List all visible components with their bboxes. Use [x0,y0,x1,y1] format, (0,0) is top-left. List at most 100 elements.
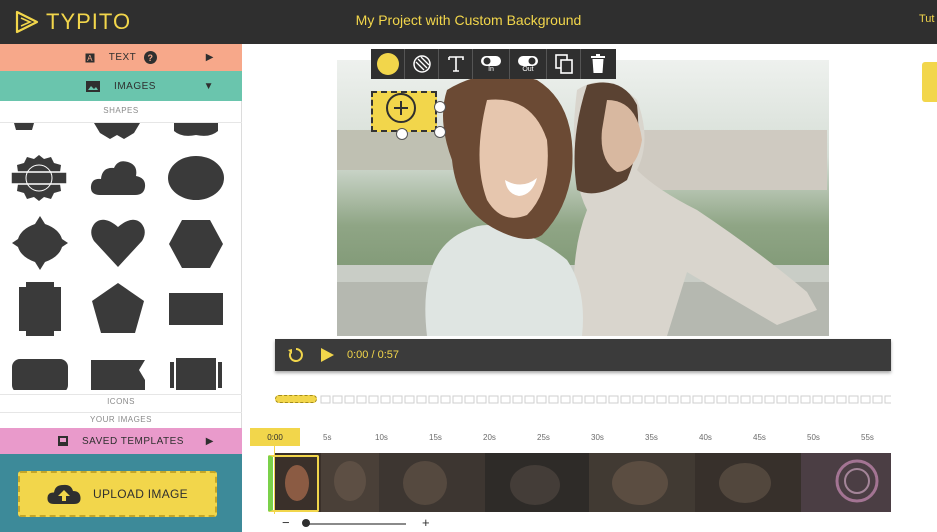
saved-templates-label: SAVED TEMPLATES [82,435,184,447]
scrubber-segment [476,395,487,404]
tick-label: 40s [699,433,712,442]
text-tab[interactable]: A TEXT ? ▶ [0,44,242,71]
svg-text:A: A [87,54,93,63]
shape-pentagon[interactable] [90,281,146,337]
crosshair-icon [394,101,408,115]
scrubber-segment [572,395,583,404]
resize-handle[interactable] [396,128,408,140]
upload-image-label: UPLOAD IMAGE [93,487,188,501]
shapes-section-label: SHAPES [103,106,139,115]
shape-heart[interactable] [90,217,146,269]
template-icon [58,436,68,446]
tick-label: 45s [753,433,766,442]
tick-label: 35s [645,433,658,442]
scrubber-segment [800,395,811,404]
copy-icon [554,54,573,74]
zoom-out-button[interactable]: − [282,515,290,530]
scrubber-segment [452,395,463,404]
scrubber-track[interactable] [275,395,891,404]
scrubber-segment [836,395,847,404]
animation-out-button[interactable]: Out [510,49,547,79]
total-time: 0:57 [377,349,400,361]
play-icon[interactable] [319,347,335,363]
animation-in-button[interactable]: In [473,49,510,79]
duplicate-button[interactable] [547,49,581,79]
shape-scroll-top[interactable] [12,123,36,131]
scrubber-segment [416,395,427,404]
project-title[interactable]: My Project with Custom Background [0,12,937,28]
zoom-in-button[interactable]: + [422,515,430,530]
scrubber-segment [680,395,691,404]
upload-area: UPLOAD IMAGE [0,454,242,532]
shapes-grid [0,122,242,390]
tick-label: 20s [483,433,496,442]
zoom-track[interactable] [304,523,406,525]
scrubber-segment [872,395,883,404]
playhead[interactable] [274,446,275,514]
zoom-slider-knob[interactable] [302,519,310,527]
timeline-filmstrip[interactable] [275,453,891,512]
delete-button[interactable] [581,49,615,79]
scrubber-segment [764,395,775,404]
shape-rhombus[interactable] [11,215,69,271]
resize-handle[interactable] [434,101,446,113]
your-images-section-label[interactable]: YOUR IMAGES [0,412,242,426]
shape-ribbon-top[interactable] [94,123,140,141]
text-format-icon [447,56,464,72]
scrubber-segment [440,395,451,404]
scrubber-segment [824,395,835,404]
animation-in-label: In [488,65,494,73]
scrubber-segments [320,395,891,404]
scrubber-segment [776,395,787,404]
filmstrip-texture [285,459,879,505]
shape-hexagon[interactable] [168,219,224,269]
scrubber-segment [752,395,763,404]
upload-image-button[interactable]: UPLOAD IMAGE [18,471,217,517]
scrubber-segment [656,395,667,404]
shape-shield[interactable] [18,281,62,337]
fill-color-button[interactable] [371,49,405,79]
shape-banner-top[interactable] [174,123,218,139]
scrubber-segment [728,395,739,404]
shape-ellipse[interactable] [167,155,225,201]
scrubber-segment [560,395,571,404]
shape-flag[interactable] [90,359,146,390]
scrubber-segment [812,395,823,404]
background-pattern-button[interactable] [405,49,439,79]
side-panel-tab[interactable] [922,62,937,102]
tick-label: 55s [861,433,874,442]
scrubber-segment [740,395,751,404]
shape-rounded-rectangle[interactable] [11,358,69,390]
scrubber-segment [716,395,727,404]
chevron-right-icon: ▶ [205,435,214,447]
shape-badge[interactable] [11,153,67,203]
saved-templates-tab[interactable]: SAVED TEMPLATES ▶ [0,428,242,454]
move-icon[interactable] [386,93,416,123]
left-panel: A TEXT ? ▶ IMAGES ▼ SHAPES ICONS YOUR IM… [0,44,242,532]
animation-out-label: Out [522,65,534,73]
tick-label: 5s [323,433,332,442]
scrubber-segment [380,395,391,404]
timeline-zoom: − + [278,515,438,530]
scrubber-segment [368,395,379,404]
element-toolbar: In Out [371,49,616,79]
resize-handle[interactable] [434,126,446,138]
tutorial-link[interactable]: Tut [919,13,937,25]
scrubber-segment [644,395,655,404]
shape-cloud[interactable] [90,157,146,197]
scrubber-active-segment[interactable] [275,395,317,403]
scrubber-segment [512,395,523,404]
selected-clip-range[interactable] [268,455,319,512]
scrubber-segment [464,395,475,404]
scrubber-segment [548,395,559,404]
timeline-position-marker[interactable]: 0:00 [250,428,300,446]
replay-icon[interactable] [287,346,305,364]
question-circle-icon[interactable]: ? [144,51,158,64]
font-button[interactable] [439,49,473,79]
shape-ticket[interactable] [168,357,224,390]
pattern-circle-icon [412,55,431,73]
shape-rectangle[interactable] [168,291,224,327]
images-tab[interactable]: IMAGES ▼ [0,71,242,101]
tick-label: 10s [375,433,388,442]
icons-section-label[interactable]: ICONS [0,394,242,408]
